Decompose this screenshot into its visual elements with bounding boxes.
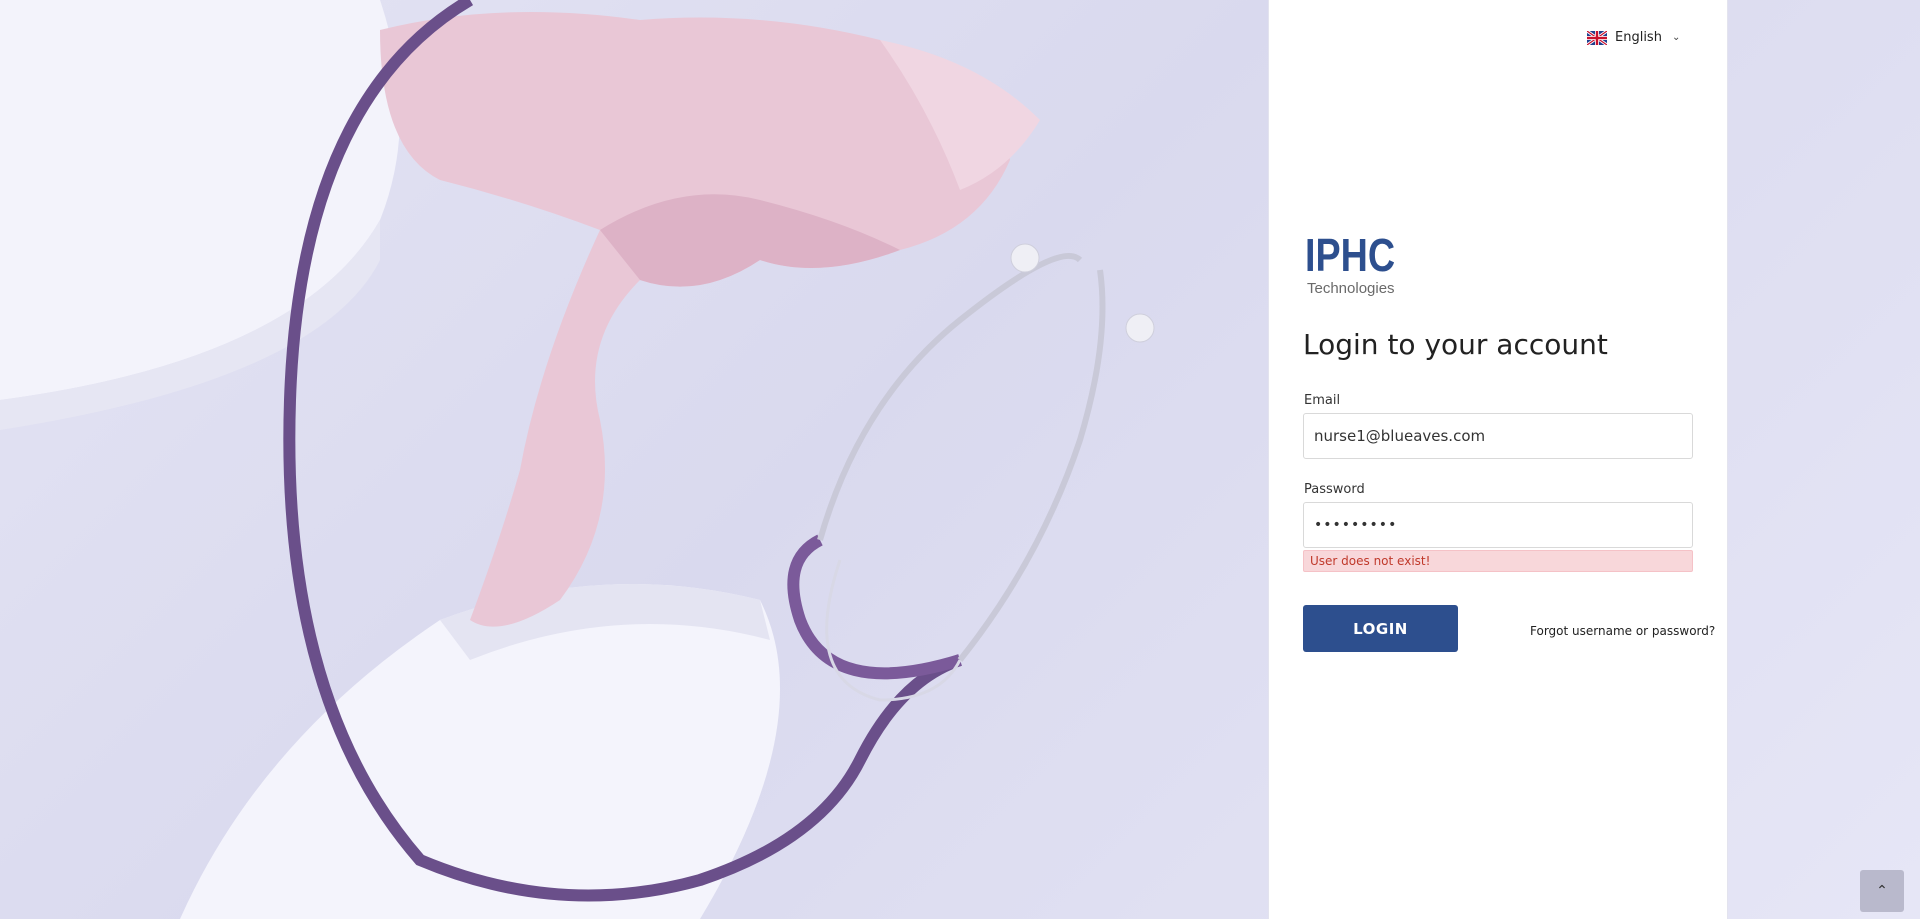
password-field[interactable]: ••••••••• — [1303, 502, 1693, 548]
email-field[interactable]: nurse1@blueaves.com — [1303, 413, 1693, 459]
email-label: Email — [1304, 393, 1341, 408]
password-value: ••••••••• — [1314, 517, 1398, 533]
page-title: Login to your account — [1303, 328, 1608, 361]
language-label: English — [1615, 30, 1662, 45]
forgot-password-link[interactable]: Forgot username or password? — [1530, 624, 1715, 638]
company-logo: IPHC Technologies — [1305, 232, 1415, 297]
uk-flag-icon — [1587, 30, 1607, 45]
login-button[interactable]: LOGIN — [1303, 605, 1458, 652]
password-label: Password — [1304, 482, 1365, 497]
language-selector[interactable]: English ⌄ — [1587, 30, 1680, 45]
login-panel: English ⌄ IPHC Technologies Login to you… — [1268, 0, 1728, 919]
chevron-down-icon: ⌄ — [1671, 32, 1681, 43]
logo-main-text: IPHC — [1305, 229, 1396, 281]
logo-sub-text: Technologies — [1307, 280, 1395, 297]
email-value: nurse1@blueaves.com — [1314, 427, 1486, 445]
chevron-up-icon: ⌃ — [1876, 883, 1888, 899]
error-message: User does not exist! — [1303, 550, 1693, 572]
scroll-to-top-button[interactable]: ⌃ — [1860, 870, 1904, 912]
